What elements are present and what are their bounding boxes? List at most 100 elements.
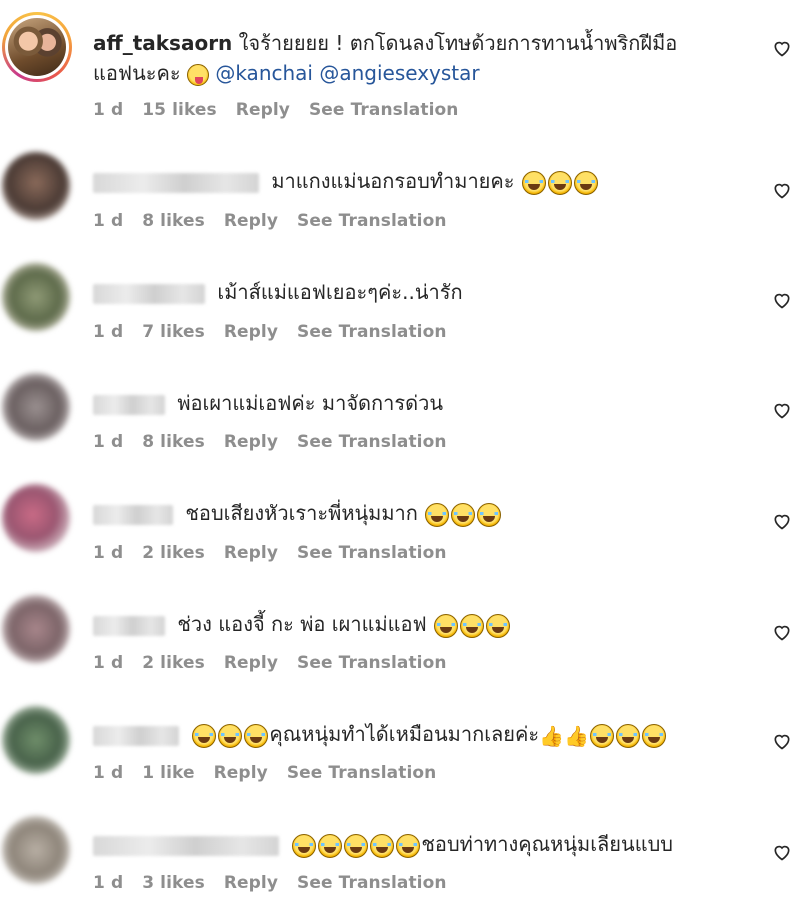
heart-outline-icon[interactable] [772, 731, 792, 751]
tears-of-joy-emoji-icon [641, 723, 666, 748]
likes-count[interactable]: 1 like [142, 763, 194, 783]
comment-body: ชอบเสียงหัวเราะพี่หนุ่มมาก [93, 498, 502, 528]
timestamp[interactable]: 1 d [93, 432, 123, 452]
heart-outline-icon[interactable] [772, 180, 792, 200]
comment-body: aff_taksaorn ใจร้ายยยย ! ตกโดนลงโทษด้วยก… [93, 28, 677, 58]
reply-button[interactable]: Reply [224, 873, 278, 893]
heart-outline-icon[interactable] [772, 290, 792, 310]
comment-body: ช่วง แองจี้ กะ พ่อ เผาแม่แอฟ [93, 609, 511, 639]
likes-count[interactable]: 15 likes [142, 100, 217, 120]
timestamp[interactable]: 1 d [93, 763, 123, 783]
avatar[interactable] [2, 263, 70, 331]
tears-of-joy-emoji-icon [218, 723, 243, 748]
likes-count[interactable]: 3 likes [142, 873, 205, 893]
comment-meta: 1 d 2 likes Reply See Translation [93, 653, 466, 673]
comment-body-continued: แอฟนะคะ @kanchai @angiesexystar [93, 58, 480, 88]
username[interactable] [93, 725, 179, 746]
mention-links[interactable]: @kanchai @angiesexystar [215, 61, 479, 85]
comment-text: ช่วง แองจี้ กะ พ่อ เผาแม่แอฟ [177, 612, 427, 636]
tears-of-joy-emoji-icon [192, 723, 217, 748]
likes-count[interactable]: 8 likes [142, 211, 205, 231]
likes-count[interactable]: 2 likes [142, 543, 205, 563]
avatar[interactable] [2, 12, 72, 82]
see-translation-button[interactable]: See Translation [309, 100, 459, 120]
thumbs-up-emoji-icon: 👍 [564, 723, 589, 748]
comment-text: เม้าส์แม่แอฟเยอะๆค่ะ..น่ารัก [217, 280, 463, 304]
winking-tongue-emoji-icon [186, 63, 209, 86]
heart-outline-icon[interactable] [772, 400, 792, 420]
see-translation-button[interactable]: See Translation [297, 653, 447, 673]
timestamp[interactable]: 1 d [93, 543, 123, 563]
tears-of-joy-emoji-icon [396, 833, 421, 858]
reply-button[interactable]: Reply [236, 100, 290, 120]
timestamp[interactable]: 1 d [93, 653, 123, 673]
username[interactable] [93, 394, 165, 415]
comment-body: มาแกงแม่นอกรอบทำมายคะ [93, 166, 599, 196]
heart-outline-icon[interactable] [772, 511, 792, 531]
see-translation-button[interactable]: See Translation [297, 322, 447, 342]
likes-count[interactable]: 7 likes [142, 322, 205, 342]
reply-button[interactable]: Reply [224, 543, 278, 563]
tears-of-joy-emoji-icon [292, 833, 317, 858]
username[interactable]: aff_taksaorn [93, 31, 232, 55]
comment-body: เม้าส์แม่แอฟเยอะๆค่ะ..น่ารัก [93, 277, 463, 307]
comment-body: คุณหนุ่มทำได้เหมือนมากเลยค่ะ👍👍 [93, 719, 667, 751]
username[interactable] [93, 615, 165, 636]
tears-of-joy-emoji-icon [451, 502, 476, 527]
see-translation-button[interactable]: See Translation [297, 211, 447, 231]
tears-of-joy-emoji-icon [244, 723, 269, 748]
tears-of-joy-emoji-icon [521, 170, 546, 195]
timestamp[interactable]: 1 d [93, 211, 123, 231]
reply-button[interactable]: Reply [214, 763, 268, 783]
timestamp[interactable]: 1 d [93, 322, 123, 342]
tears-of-joy-emoji-icon [477, 502, 502, 527]
username[interactable] [93, 835, 279, 856]
reply-button[interactable]: Reply [224, 211, 278, 231]
likes-count[interactable]: 8 likes [142, 432, 205, 452]
heart-outline-icon[interactable] [772, 622, 792, 642]
tears-of-joy-emoji-icon [573, 170, 598, 195]
comment-meta: 1 d 7 likes Reply See Translation [93, 322, 466, 342]
reply-button[interactable]: Reply [224, 322, 278, 342]
comment-text: คุณหนุ่มทำได้เหมือนมากเลยค่ะ [269, 722, 540, 746]
comment-meta: 1 d 8 likes Reply See Translation [93, 211, 466, 231]
see-translation-button[interactable]: See Translation [287, 763, 437, 783]
likes-count[interactable]: 2 likes [142, 653, 205, 673]
reply-button[interactable]: Reply [224, 432, 278, 452]
username[interactable] [93, 504, 173, 525]
avatar[interactable] [2, 706, 70, 774]
comment-text: พ่อเผาแม่เอฟค่ะ มาจัดการด่วน [177, 391, 443, 415]
comment-text: ใจร้ายยยย ! ตกโดนลงโทษด้วยการทานน้ำพริกฝ… [238, 31, 678, 55]
avatar[interactable] [2, 595, 70, 663]
tears-of-joy-emoji-icon [547, 170, 572, 195]
tears-of-joy-emoji-icon [344, 833, 369, 858]
heart-outline-icon[interactable] [772, 842, 792, 862]
comment-text: ชอบท่าทางคุณหนุ่มเลียนแบบ [421, 832, 673, 856]
tears-of-joy-emoji-icon [318, 833, 343, 858]
tears-of-joy-emoji-icon [615, 723, 640, 748]
timestamp[interactable]: 1 d [93, 100, 123, 120]
username[interactable] [93, 172, 259, 193]
avatar[interactable] [2, 484, 70, 552]
avatar[interactable] [2, 152, 70, 220]
tears-of-joy-emoji-icon [425, 502, 450, 527]
tears-of-joy-emoji-icon [486, 613, 511, 638]
comment-text: แอฟนะคะ [93, 61, 181, 85]
comment-meta: 1 d 1 like Reply See Translation [93, 763, 455, 783]
timestamp[interactable]: 1 d [93, 873, 123, 893]
avatar[interactable] [2, 373, 70, 441]
heart-outline-icon[interactable] [772, 38, 792, 58]
comment-text: มาแกงแม่นอกรอบทำมายคะ [271, 169, 515, 193]
see-translation-button[interactable]: See Translation [297, 432, 447, 452]
reply-button[interactable]: Reply [224, 653, 278, 673]
username[interactable] [93, 283, 205, 304]
comment-body: ชอบท่าทางคุณหนุ่มเลียนแบบ [93, 829, 673, 859]
comment-body: พ่อเผาแม่เอฟค่ะ มาจัดการด่วน [93, 388, 443, 418]
tears-of-joy-emoji-icon [589, 723, 614, 748]
see-translation-button[interactable]: See Translation [297, 873, 447, 893]
avatar[interactable] [2, 816, 70, 884]
tears-of-joy-emoji-icon [370, 833, 395, 858]
comment-text: ชอบเสียงหัวเราะพี่หนุ่มมาก [185, 501, 418, 525]
comment-meta: 1 d 15 likes Reply See Translation [93, 100, 478, 120]
see-translation-button[interactable]: See Translation [297, 543, 447, 563]
